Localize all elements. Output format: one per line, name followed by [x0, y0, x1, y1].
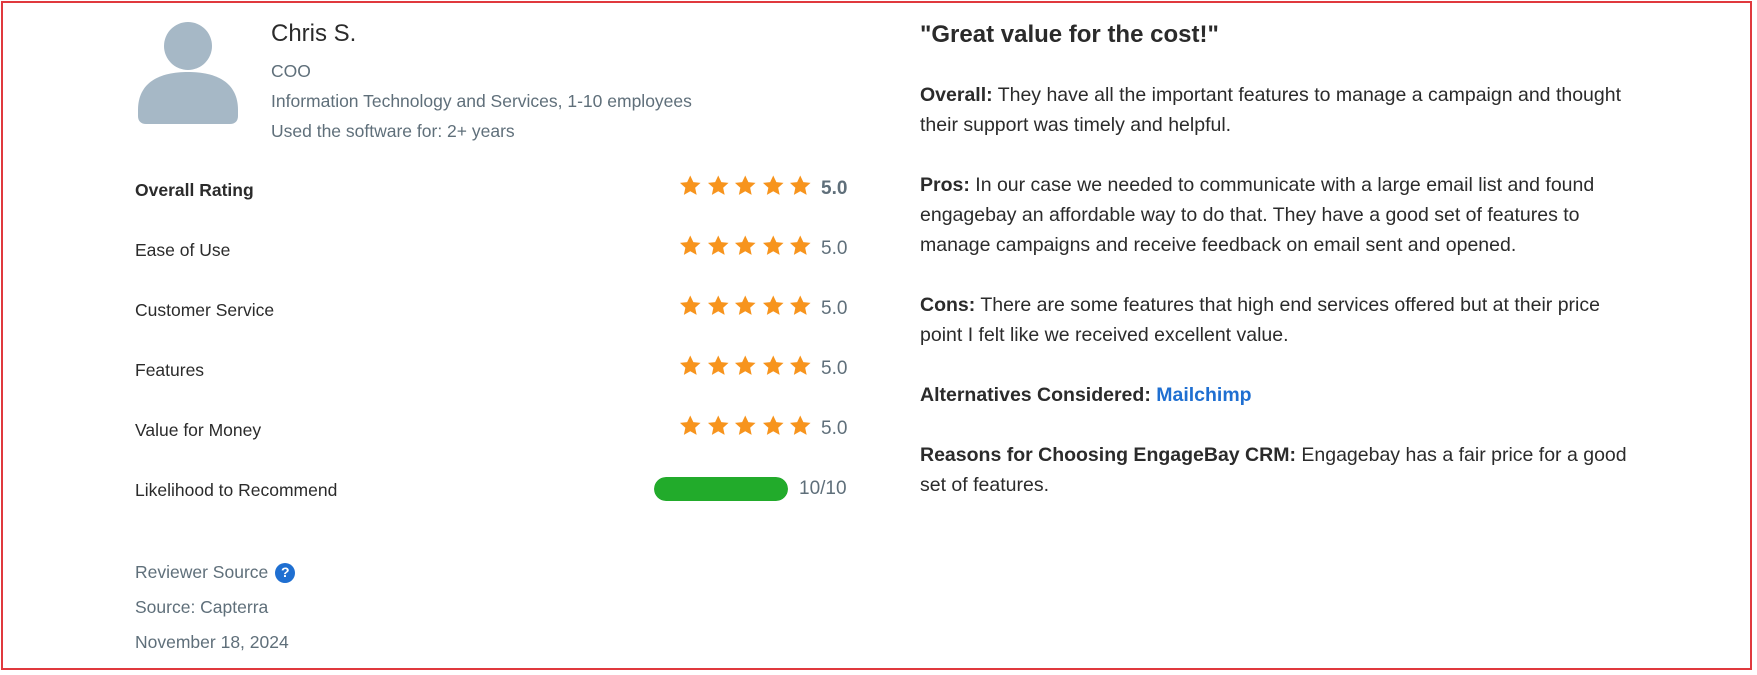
user-avatar-icon	[138, 22, 238, 124]
rating-score: 5.0	[821, 298, 848, 319]
star-icon	[707, 175, 729, 195]
star-icon	[789, 235, 811, 255]
reviewer-source-row: Reviewer Source ?	[135, 555, 296, 590]
star-icon	[789, 355, 811, 375]
star-icon	[762, 355, 784, 375]
recommend-bar	[654, 477, 788, 501]
reviewer-name: Chris S.	[271, 20, 357, 47]
rating-row-ease-of-use: Ease of Use 5.0	[135, 220, 850, 280]
rating-row-recommend: Likelihood to Recommend 10/10	[135, 460, 850, 520]
pros-label: Pros:	[920, 174, 970, 196]
rating-row-value-for-money: Value for Money 5.0	[135, 400, 850, 460]
reviewer-usage: Used the software for: 2+ years	[271, 121, 515, 141]
star-icon	[679, 355, 701, 375]
cons-label: Cons:	[920, 294, 976, 316]
review-overall: Overall: They have all the important fea…	[920, 80, 1640, 140]
star-icon	[789, 175, 811, 195]
star-icon	[762, 175, 784, 195]
star-icon	[679, 295, 701, 315]
alternative-link-mailchimp[interactable]: Mailchimp	[1156, 384, 1251, 406]
rating-row-customer-service: Customer Service 5.0	[135, 280, 850, 340]
alternatives-label: Alternatives Considered:	[920, 384, 1151, 406]
review-date: November 18, 2024	[135, 632, 289, 652]
star-icon	[679, 415, 701, 435]
star-icon	[707, 295, 729, 315]
star-rating	[678, 414, 813, 438]
star-icon	[679, 235, 701, 255]
rating-score: 5.0	[821, 358, 848, 379]
recommend-score: 10/10	[799, 478, 847, 499]
star-icon	[734, 295, 756, 315]
star-icon	[762, 235, 784, 255]
recommend-bar-fill	[654, 477, 788, 501]
review-reasons: Reasons for Choosing EngageBay CRM: Enga…	[920, 440, 1640, 500]
review-alternatives: Alternatives Considered: Mailchimp	[920, 380, 1640, 410]
star-icon	[734, 355, 756, 375]
review-body: "Great value for the cost!" Overall: The…	[920, 18, 1640, 530]
review-cons: Cons: There are some features that high …	[920, 290, 1640, 350]
reviewer-industry: Information Technology and Services, 1-1…	[271, 91, 692, 111]
rating-label: Customer Service	[135, 300, 275, 320]
pros-text: In our case we needed to communicate wit…	[920, 174, 1595, 256]
rating-label: Ease of Use	[135, 240, 231, 260]
star-icon	[707, 355, 729, 375]
cons-text: There are some features that high end se…	[920, 294, 1600, 346]
star-rating	[678, 234, 813, 258]
rating-label: Value for Money	[135, 420, 262, 440]
star-icon	[762, 415, 784, 435]
reviewer-role: COO	[271, 61, 311, 81]
rating-row-features: Features 5.0	[135, 340, 850, 400]
review-title: "Great value for the cost!"	[920, 21, 1219, 48]
question-icon[interactable]: ?	[275, 562, 296, 583]
reviewer-info: Chris S. COO Information Technology and …	[271, 20, 692, 146]
review-pros: Pros: In our case we needed to communica…	[920, 170, 1640, 260]
rating-label: Likelihood to Recommend	[135, 480, 338, 500]
rating-score: 5.0	[821, 238, 848, 259]
overall-text: They have all the important features to …	[920, 84, 1622, 136]
reviewer-source-label: Reviewer Source	[135, 562, 269, 582]
star-rating	[678, 174, 813, 198]
star-icon	[734, 235, 756, 255]
overall-label: Overall:	[920, 84, 993, 106]
rating-label: Overall Rating	[135, 180, 254, 200]
star-icon	[707, 235, 729, 255]
rating-row-overall: Overall Rating 5.0	[135, 160, 850, 220]
rating-score: 5.0	[821, 178, 848, 199]
source-text: Source: Capterra	[135, 597, 269, 617]
star-icon	[734, 175, 756, 195]
ratings-list: Overall Rating 5.0 Ease of Use 5.0 Custo…	[135, 160, 850, 520]
star-icon	[679, 175, 701, 195]
star-icon	[762, 295, 784, 315]
star-icon	[789, 415, 811, 435]
star-icon	[789, 295, 811, 315]
reviewer-source: Reviewer Source ? Source: Capterra Novem…	[135, 555, 296, 660]
rating-score: 5.0	[821, 418, 848, 439]
rating-label: Features	[135, 360, 205, 380]
reasons-label: Reasons for Choosing EngageBay CRM:	[920, 444, 1296, 466]
star-icon	[734, 415, 756, 435]
star-icon	[707, 415, 729, 435]
star-rating	[678, 354, 813, 378]
star-rating	[678, 294, 813, 318]
